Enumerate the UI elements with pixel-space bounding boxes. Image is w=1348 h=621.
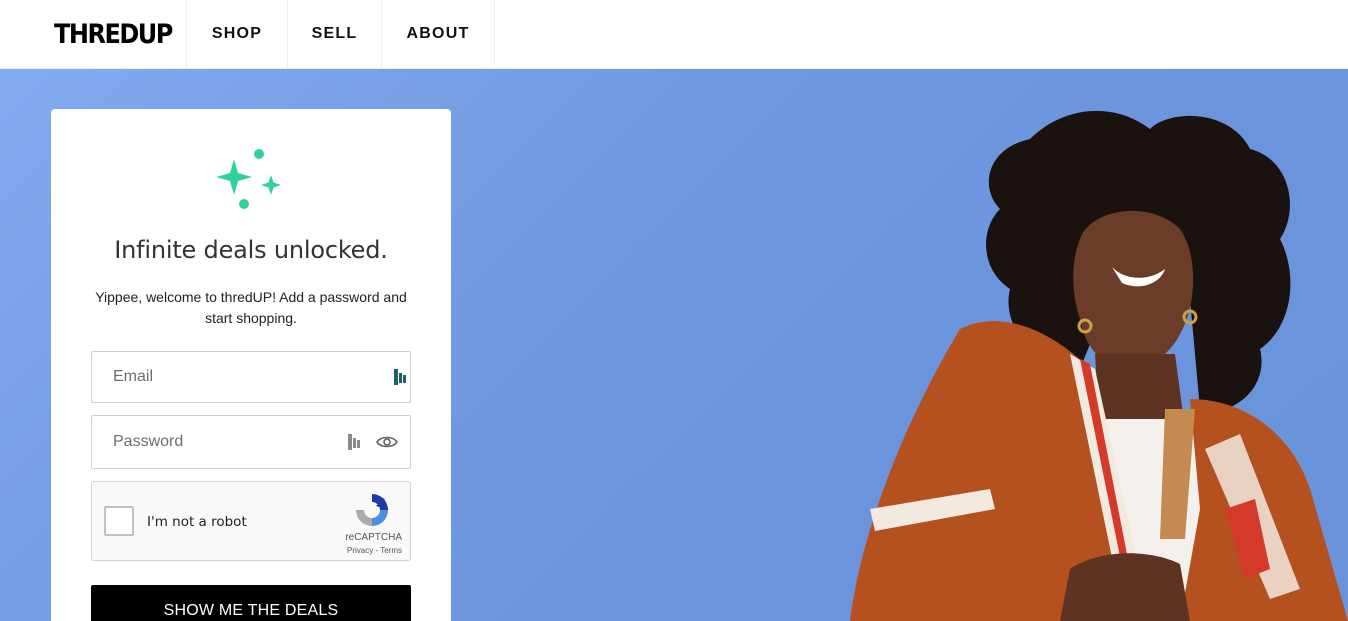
thredup-logo[interactable]: THREDUP [0, 0, 186, 72]
nav-about[interactable]: ABOUT [381, 0, 495, 68]
sparkle-icon [216, 149, 281, 209]
eye-icon[interactable] [376, 435, 398, 449]
recaptcha-label: I'm not a robot [147, 514, 247, 530]
recaptcha-logo-icon [356, 494, 388, 526]
recaptcha-widget: I'm not a robot reCAPTCHA Privacy - Term… [91, 481, 411, 561]
nav-shop[interactable]: SHOP [186, 0, 287, 68]
face [1073, 210, 1194, 369]
email-field[interactable] [91, 351, 411, 403]
password-manager-icon[interactable] [394, 369, 406, 385]
recaptcha-brand: reCAPTCHA [345, 532, 402, 543]
password-manager-icon[interactable] [348, 434, 360, 450]
email-input[interactable] [92, 352, 410, 402]
recaptcha-checkbox[interactable] [104, 506, 134, 536]
site-header: THREDUP SHOP SELL ABOUT [0, 0, 1348, 69]
password-input[interactable] [92, 416, 410, 468]
nav-sell[interactable]: SELL [287, 0, 381, 68]
password-field[interactable] [91, 415, 411, 469]
card-title: Infinite deals unlocked. [114, 236, 388, 264]
show-deals-button[interactable]: SHOW ME THE DEALS [91, 585, 411, 621]
recaptcha-privacy-terms[interactable]: Privacy - Terms [347, 546, 402, 555]
card-subtitle: Yippee, welcome to thredUP! Add a passwo… [95, 289, 407, 326]
